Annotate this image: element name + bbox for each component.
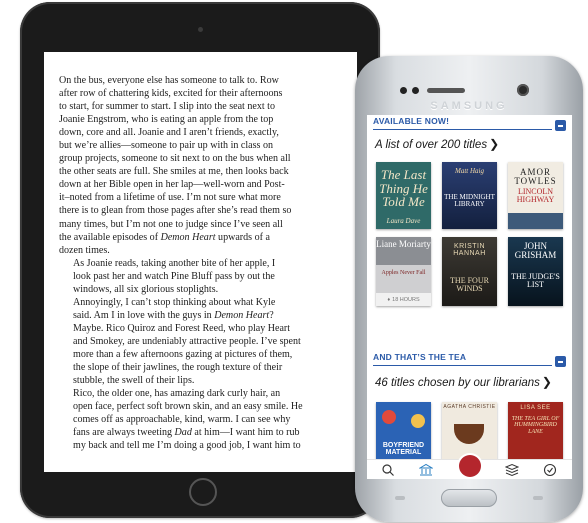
book-title: THE JUDGE'S LIST: [511, 272, 560, 290]
paragraph-3: Annoyingly, I can’t stop thinking about …: [59, 296, 345, 387]
bottom-nav: [367, 455, 572, 479]
text-line: open face, perfect soft brown skin, and …: [73, 401, 303, 413]
sensor-dot: [400, 87, 407, 94]
show-title: Demon Heart: [214, 309, 270, 321]
chevron-right-icon: ❯: [489, 137, 500, 151]
text-line: and Smokey, are undeniably attractive pe…: [73, 335, 301, 347]
text-line: there is to glean from those pages after…: [59, 205, 292, 217]
app-screen: AVAILABLE NOW! A list of over 200 titles…: [367, 115, 572, 479]
text-line: stubble, the swell of their lips.: [73, 375, 195, 387]
book-title: THE MIDNIGHT LIBRARY: [444, 193, 495, 209]
book-cover[interactable]: The Last Thing He Told Me Laura Dave: [376, 162, 431, 229]
text-line: many times, but I’m not one to judge sin…: [59, 218, 283, 230]
hold-time: 18 HOURS: [392, 296, 420, 303]
book-title: The Last Thing He Told Me: [379, 167, 428, 210]
sensor-dot: [412, 87, 419, 94]
text-line: dozen times.: [59, 244, 110, 256]
text-line: my back and tell me I’m doing a good job…: [73, 440, 301, 452]
book-title: Apples Never Fall: [381, 270, 426, 276]
section-label: AND THAT’S THE TEA: [373, 352, 467, 362]
collapse-button[interactable]: [555, 120, 566, 131]
text-line: more than a few afternoons gazing at pic…: [73, 348, 293, 360]
section-divider: [373, 129, 552, 130]
list-title: 46 titles chosen by our librarians: [375, 377, 540, 389]
text-line: Annoyingly, I can’t stop thinking about …: [73, 296, 276, 308]
text-line: fans are always tweeting Dad at him—I wa…: [73, 427, 300, 439]
text-line: it–noted from a lifetime of use. I’m not…: [59, 192, 281, 204]
text-line: but we’re allies—someone to pair up with…: [59, 140, 274, 152]
back-key[interactable]: [533, 496, 543, 500]
ipad-device: On the bus, everyone else has someone to…: [20, 2, 380, 518]
phone-device: SAMSUNG AVAILABLE NOW! A list of over 20…: [355, 56, 583, 522]
book-author: JOHN GRISHAM: [514, 241, 557, 261]
chevron-right-icon: ❯: [541, 375, 552, 389]
text-line: windows, all six glorious stoplights.: [73, 283, 219, 295]
ipad-camera: [198, 27, 203, 32]
collapse-button[interactable]: [555, 356, 566, 367]
list-title: A list of over 200 titles: [375, 139, 488, 151]
text-line: look past her and watch Pine Bluff pass …: [73, 270, 275, 282]
ereader-screen: On the bus, everyone else has someone to…: [44, 52, 357, 472]
list-link-available[interactable]: A list of over 200 titles ❯: [375, 137, 499, 151]
text-line: down at her Bible open in her lap—well-w…: [59, 179, 285, 191]
book-cover[interactable]: Matt Haig THE MIDNIGHT LIBRARY: [442, 162, 497, 229]
book-author: LISA SEE: [520, 405, 551, 411]
text-line: the available episodes of Demon Heart up…: [59, 231, 270, 243]
avatar[interactable]: [459, 455, 481, 477]
book-author: Liane Moriarty: [376, 239, 431, 249]
books-icon[interactable]: [505, 463, 519, 477]
book-text: On the bus, everyone else has someone to…: [59, 74, 345, 452]
library-icon[interactable]: [419, 463, 433, 477]
section-header-available: AVAILABLE NOW!: [367, 115, 572, 133]
book-author: KRISTIN HANNAH: [453, 243, 486, 258]
italic-word: Dad: [174, 427, 192, 439]
search-icon[interactable]: [381, 463, 395, 477]
text-line: the slope of their jawlines, the rough t…: [73, 362, 283, 374]
text-line: Rico, the older one, has amazing dark cu…: [73, 388, 281, 400]
section-label: AVAILABLE NOW!: [373, 116, 450, 126]
text-line: group projects, someone to sit next to o…: [59, 153, 291, 165]
book-author: Laura Dave: [386, 216, 421, 225]
ipad-home-button[interactable]: [189, 478, 217, 506]
text-line: As Joanie reads, taking another bite of …: [73, 257, 276, 269]
text-line: said. Am I in love with the guys in Demo…: [73, 309, 274, 321]
book-cover-on-hold[interactable]: Liane Moriarty Apples Never Fall ♦ 18 HOU…: [376, 237, 431, 306]
section-divider: [373, 365, 552, 366]
book-title: AGATHA CHRISTIE: [443, 404, 496, 410]
earpiece-speaker: [427, 88, 465, 93]
book-title: THE TEA GIRL OF HUMMINGBIRD LANE: [511, 416, 560, 435]
book-author: Matt Haig: [455, 167, 484, 175]
text-line: down, core and all. Joanie and I aren’t …: [59, 127, 279, 139]
text-line: to start, for summer to start. I slip in…: [59, 101, 275, 113]
book-cover[interactable]: AMOR TOWLES LINCOLN HIGHWAY: [508, 162, 563, 229]
text-line: Joanie Engstrom, who is eating an apple …: [59, 114, 274, 126]
text-line: Maybe. Rico Quiroz and Forest Reed, who …: [73, 322, 291, 334]
text-line: On the bus, everyone else has someone to…: [59, 75, 279, 86]
paragraph-4: Rico, the older one, has amazing dark cu…: [59, 387, 345, 452]
list-link-tea[interactable]: 46 titles chosen by our librarians ❯: [375, 375, 552, 389]
book-title: LINCOLN HIGHWAY: [516, 187, 555, 205]
text-line: after row of chattering kids, excited fo…: [59, 88, 283, 100]
book-author: AMOR TOWLES: [514, 167, 557, 187]
show-title: Demon Heart: [160, 231, 216, 243]
check-icon[interactable]: [543, 463, 557, 477]
recent-apps-key[interactable]: [395, 496, 405, 500]
front-camera: [517, 84, 529, 96]
section-header-tea: AND THAT’S THE TEA: [367, 351, 572, 369]
book-title: THE FOUR WINDS: [450, 276, 489, 294]
hold-badge: ♦ 18 HOURS: [376, 293, 431, 306]
paragraph-1: On the bus, everyone else has someone to…: [59, 74, 345, 257]
text-line: comes off as approachable, kind, warm. I…: [73, 414, 291, 426]
book-cover[interactable]: JOHN GRISHAM THE JUDGE'S LIST: [508, 237, 563, 306]
phone-home-button[interactable]: [441, 489, 497, 507]
text-line: the other seats are full. She smiles at …: [59, 166, 289, 178]
book-cover[interactable]: KRISTIN HANNAH THE FOUR WINDS: [442, 237, 497, 306]
hold-icon: ♦: [387, 296, 391, 303]
book-title: BOYFRIEND MATERIAL: [382, 442, 425, 457]
brand-logo: SAMSUNG: [430, 100, 508, 112]
paragraph-2: As Joanie reads, taking another bite of …: [59, 257, 345, 296]
